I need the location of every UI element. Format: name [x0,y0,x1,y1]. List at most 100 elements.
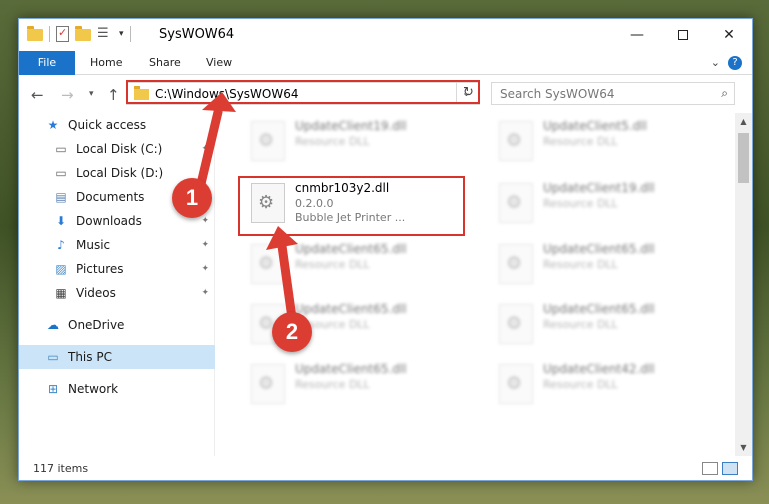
title-bar: ☰ ▾ SysWOW64 — ✕ [19,19,752,51]
sidebar-item-label: Videos [76,286,116,300]
sidebar-item-network[interactable]: ⊞ Network [19,377,215,401]
sidebar-item-local-disk-c[interactable]: ▭ Local Disk (C:) ✦ [19,137,215,161]
sidebar-item-label: Network [68,382,119,396]
folder-icon [27,26,43,41]
tab-view[interactable]: View [206,51,232,75]
file-name: UpdateClient65.dll [295,242,407,256]
recent-locations-button[interactable]: ▾ [89,89,94,99]
pin-icon: ✦ [201,216,209,226]
pin-icon: ✦ [201,144,209,154]
sidebar-item-label: Local Disk (D:) [76,166,164,180]
divider [49,26,50,42]
videos-icon: ▦ [55,286,67,300]
file-list: UpdateClient19.dll Resource DLL cnmbr103… [233,113,733,456]
maximize-icon [678,30,688,40]
sidebar-item-label: Quick access [68,118,147,132]
help-icon[interactable]: ? [728,56,742,70]
pin-icon: ✦ [201,288,209,298]
up-button[interactable]: ↑ [107,86,120,104]
item-count: 117 items [33,462,89,475]
customize-icon[interactable]: ☰ [97,26,113,42]
dll-file-icon [499,304,533,344]
file-type: Resource DLL [295,258,370,271]
computer-icon: ▭ [47,350,59,364]
file-tile[interactable]: UpdateClient19.dll Resource DLL [489,177,719,229]
sidebar-item-music[interactable]: ♪ Music ✦ [19,233,215,257]
sidebar-item-label: Local Disk (C:) [76,142,163,156]
new-folder-icon[interactable] [75,26,91,41]
sidebar-item-videos[interactable]: ▦ Videos ✦ [19,281,215,305]
cloud-icon: ☁ [47,318,59,332]
qat-dropdown-icon[interactable]: ▾ [119,29,124,39]
file-name: UpdateClient19.dll [543,181,655,195]
vertical-scrollbar[interactable]: ▲ ▼ [735,113,752,456]
navigation-pane: ★ Quick access ▭ Local Disk (C:) ✦ ▭ Loc… [19,113,215,456]
tab-share[interactable]: Share [149,51,181,75]
minimize-button[interactable]: — [614,19,660,51]
sidebar-item-this-pc[interactable]: ▭ This PC [19,345,215,369]
search-input[interactable]: Search SysWOW64 ⌕ [491,82,735,105]
file-name: UpdateClient19.dll [295,119,407,133]
file-type: Resource DLL [295,378,370,391]
network-icon: ⊞ [47,382,59,396]
forward-button[interactable]: → [61,86,74,104]
quick-access-toolbar: ☰ ▾ [27,26,131,42]
step-1-badge: 1 [172,178,212,218]
downloads-icon: ⬇ [55,214,67,228]
pictures-icon: ▨ [55,262,67,276]
scroll-thumb[interactable] [738,133,749,183]
pin-icon: ✦ [201,168,209,178]
details-view-button[interactable] [702,462,718,475]
file-type: Resource DLL [543,258,618,271]
file-name: UpdateClient65.dll [543,242,655,256]
sidebar-item-onedrive[interactable]: ☁ OneDrive [19,313,215,337]
file-type: Resource DLL [543,378,618,391]
file-tile[interactable]: UpdateClient65.dll Resource DLL [241,238,471,290]
file-tile[interactable]: UpdateClient5.dll Resource DLL [489,115,719,167]
dll-file-icon [499,244,533,284]
file-tile[interactable]: UpdateClient65.dll Resource DLL [489,238,719,290]
dll-file-icon [499,121,533,161]
file-tile[interactable]: UpdateClient19.dll Resource DLL [241,115,471,167]
status-bar: 117 items [19,456,752,480]
tiles-view-button[interactable] [722,462,738,475]
tab-file[interactable]: File [19,51,75,75]
file-highlight-box [238,176,465,236]
pin-icon: ✦ [201,240,209,250]
divider [129,26,131,42]
scroll-down-icon[interactable]: ▼ [735,439,752,456]
file-name: UpdateClient5.dll [543,119,647,133]
sidebar-item-label: Pictures [76,262,124,276]
drive-icon: ▭ [55,166,67,180]
close-button[interactable]: ✕ [706,19,752,51]
sidebar-item-label: Documents [76,190,145,204]
sidebar-item-pictures[interactable]: ▨ Pictures ✦ [19,257,215,281]
address-highlight-box [126,80,480,104]
search-icon: ⌕ [721,86,728,100]
ribbon-tabs: File Home Share View ⌄ ? [19,51,752,75]
search-placeholder: Search SysWOW64 [500,87,615,101]
dll-file-icon [499,183,533,223]
file-tile[interactable]: UpdateClient42.dll Resource DLL [489,358,719,410]
back-button[interactable]: ← [31,86,44,104]
file-tile[interactable]: UpdateClient65.dll Resource DLL [241,358,471,410]
drive-icon: ▭ [55,142,67,156]
sidebar-item-quick-access[interactable]: ★ Quick access [19,113,215,137]
sidebar-item-label: OneDrive [68,318,125,332]
properties-icon[interactable] [56,26,69,42]
maximize-button[interactable] [660,19,706,51]
dll-file-icon [251,244,285,284]
window-title: SysWOW64 [159,27,235,42]
file-type: Resource DLL [543,318,618,331]
expand-ribbon-icon[interactable]: ⌄ [711,56,720,69]
pin-icon: ✦ [201,264,209,274]
tab-home[interactable]: Home [90,51,122,75]
file-tile[interactable]: UpdateClient65.dll Resource DLL [489,298,719,350]
documents-icon: ▤ [55,190,67,204]
dll-file-icon [499,364,533,404]
step-2-badge: 2 [272,312,312,352]
star-icon: ★ [47,118,59,132]
sidebar-item-label: This PC [68,350,112,364]
scroll-up-icon[interactable]: ▲ [735,113,752,130]
dll-file-icon [251,364,285,404]
